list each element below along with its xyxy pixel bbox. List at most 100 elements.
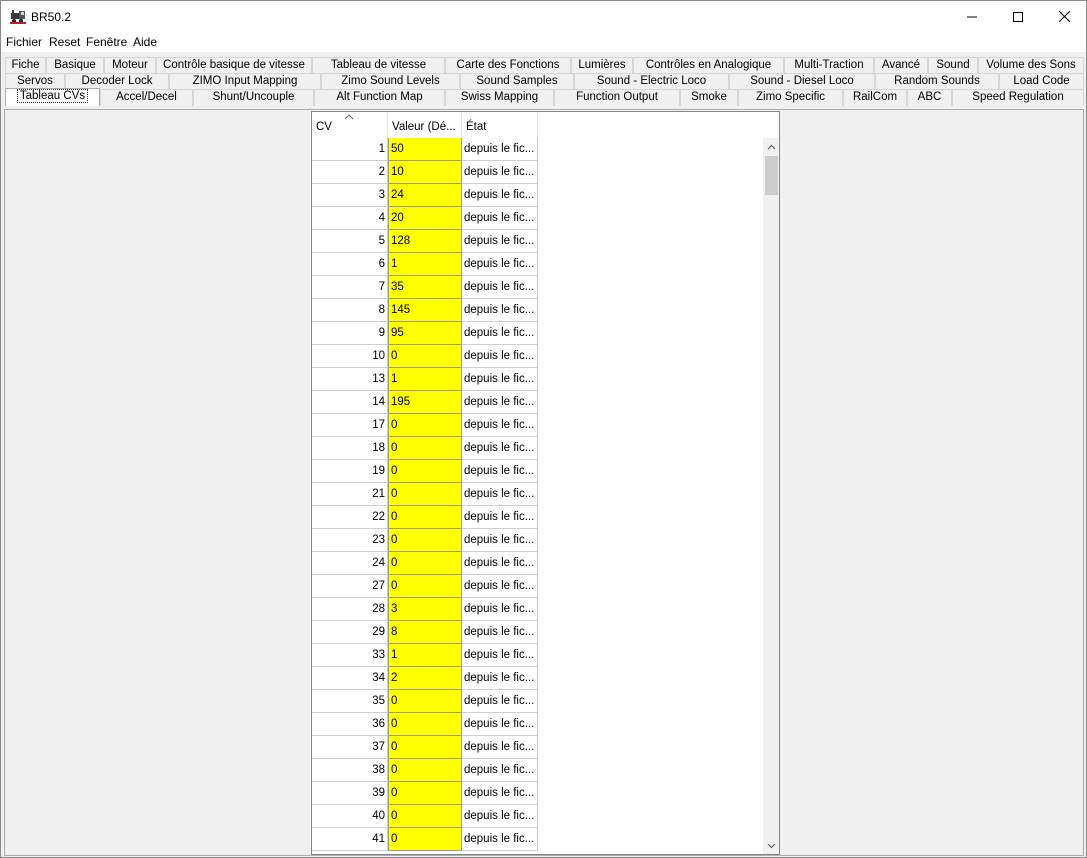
- table-row[interactable]: 35 0 depuis le fic...: [312, 690, 538, 713]
- tab-sound-electric[interactable]: Sound - Electric Loco: [574, 73, 729, 90]
- tab-smoke[interactable]: Smoke: [680, 89, 738, 106]
- table-row[interactable]: 6 1 depuis le fic...: [312, 253, 538, 276]
- tab-basique[interactable]: Basique: [46, 57, 104, 74]
- table-row[interactable]: 19 0 depuis le fic...: [312, 460, 538, 483]
- cell-value[interactable]: 50: [388, 138, 462, 161]
- cell-value[interactable]: 145: [388, 299, 462, 322]
- menu-reset[interactable]: Reset: [49, 35, 80, 49]
- cell-value[interactable]: 0: [388, 552, 462, 575]
- cell-value[interactable]: 0: [388, 690, 462, 713]
- table-row[interactable]: 40 0 depuis le fic...: [312, 805, 538, 828]
- tab-swiss-mapping[interactable]: Swiss Mapping: [445, 89, 554, 106]
- table-row[interactable]: 23 0 depuis le fic...: [312, 529, 538, 552]
- tab-zimo-specific[interactable]: Zimo Specific: [738, 89, 843, 106]
- cell-value[interactable]: 0: [388, 759, 462, 782]
- cell-value[interactable]: 0: [388, 805, 462, 828]
- cell-value[interactable]: 0: [388, 575, 462, 598]
- scroll-thumb[interactable]: [765, 156, 778, 195]
- cell-value[interactable]: 0: [388, 782, 462, 805]
- cell-value[interactable]: 8: [388, 621, 462, 644]
- column-header-etat[interactable]: État: [462, 112, 538, 138]
- cell-value[interactable]: 1: [388, 368, 462, 391]
- tab-lumieres[interactable]: Lumières: [571, 57, 633, 74]
- table-row[interactable]: 5 128 depuis le fic...: [312, 230, 538, 253]
- tab-function-output[interactable]: Function Output: [554, 89, 680, 106]
- tab-sound-diesel[interactable]: Sound - Diesel Loco: [729, 73, 875, 90]
- cell-value[interactable]: 2: [388, 667, 462, 690]
- table-row[interactable]: 210depuis le fic...: [312, 483, 538, 506]
- table-row[interactable]: 27 0 depuis le fic...: [312, 575, 538, 598]
- tab-alt-function-map[interactable]: Alt Function Map: [314, 89, 445, 106]
- tab-abc[interactable]: ABC: [907, 89, 952, 106]
- tab-shunt-uncouple[interactable]: Shunt/Uncouple: [193, 89, 314, 106]
- tab-multi-traction[interactable]: Multi-Traction: [784, 57, 874, 74]
- column-header-cv[interactable]: CV: [312, 112, 388, 138]
- table-row[interactable]: 41 0 depuis le fic...: [312, 828, 538, 851]
- table-row[interactable]: 7 35 depuis le fic...: [312, 276, 538, 299]
- cell-value[interactable]: 95: [388, 322, 462, 345]
- cell-value[interactable]: 0: [388, 828, 462, 851]
- cell-value[interactable]: 1: [388, 253, 462, 276]
- cell-value[interactable]: 0: [388, 460, 462, 483]
- table-row[interactable]: 10 0 depuis le fic...: [312, 345, 538, 368]
- table-row[interactable]: 37 0 depuis le fic...: [312, 736, 538, 759]
- column-header-valeur[interactable]: Valeur (Dé...: [388, 112, 462, 138]
- tab-sound-samples[interactable]: Sound Samples: [460, 73, 574, 90]
- tab-random-sounds[interactable]: Random Sounds: [875, 73, 999, 90]
- cell-value[interactable]: 0: [388, 345, 462, 368]
- table-row[interactable]: 3 24 depuis le fic...: [312, 184, 538, 207]
- minimize-button[interactable]: [949, 1, 995, 32]
- title-bar[interactable]: BR50.2: [1, 1, 1086, 32]
- tab-railcom[interactable]: RailCom: [843, 89, 907, 106]
- tab-controle-basique[interactable]: Contrôle basique de vitesse: [156, 57, 312, 74]
- table-row[interactable]: 14 195 depuis le fic...: [312, 391, 538, 414]
- tab-tableau-cvs[interactable]: Tableau CVs: [5, 88, 100, 106]
- cell-value[interactable]: 24: [388, 184, 462, 207]
- cell-value[interactable]: 0: [388, 736, 462, 759]
- table-row[interactable]: 36 0 depuis le fic...: [312, 713, 538, 736]
- tab-controles-analogique[interactable]: Contrôles en Analogique: [633, 57, 784, 74]
- table-row[interactable]: 9 95 depuis le fic...: [312, 322, 538, 345]
- cell-value[interactable]: 128: [388, 230, 462, 253]
- cell-value[interactable]: 20: [388, 207, 462, 230]
- tab-avance[interactable]: Avancé: [874, 57, 928, 74]
- table-row[interactable]: 17 0 depuis le fic...: [312, 414, 538, 437]
- table-row[interactable]: 210depuis le fic...: [312, 161, 538, 184]
- table-row[interactable]: 29 8 depuis le fic...: [312, 621, 538, 644]
- cell-value[interactable]: 35: [388, 276, 462, 299]
- tab-volume-sons[interactable]: Volume des Sons: [978, 57, 1084, 74]
- close-button[interactable]: [1041, 1, 1086, 32]
- cell-value[interactable]: 0: [388, 529, 462, 552]
- cell-value[interactable]: 0: [388, 437, 462, 460]
- menu-fichier[interactable]: Fichier: [6, 35, 42, 49]
- vertical-scrollbar[interactable]: [763, 138, 779, 854]
- cell-value[interactable]: 0: [388, 713, 462, 736]
- tab-load-code[interactable]: Load Code: [999, 73, 1084, 90]
- cv-table[interactable]: CV Valeur (Dé... État 1 50 depuis le fic..…: [311, 111, 780, 855]
- table-row[interactable]: 22 0 depuis le fic...: [312, 506, 538, 529]
- tab-fiche[interactable]: Fiche: [5, 57, 46, 74]
- table-row[interactable]: 38 0 depuis le fic...: [312, 759, 538, 782]
- table-row[interactable]: 33 1 depuis le fic...: [312, 644, 538, 667]
- table-row[interactable]: 34 2 depuis le fic...: [312, 667, 538, 690]
- cell-value[interactable]: 1: [388, 644, 462, 667]
- tab-sound[interactable]: Sound: [928, 57, 978, 74]
- cell-value[interactable]: 195: [388, 391, 462, 414]
- cell-value[interactable]: 0: [388, 483, 462, 506]
- cell-value[interactable]: 3: [388, 598, 462, 621]
- table-row[interactable]: 8 145 depuis le fic...: [312, 299, 538, 322]
- table-row[interactable]: 24 0 depuis le fic...: [312, 552, 538, 575]
- scroll-down-button[interactable]: [763, 837, 779, 854]
- table-row[interactable]: 28 3 depuis le fic...: [312, 598, 538, 621]
- tab-zimo-input-mapping[interactable]: ZIMO Input Mapping: [169, 73, 321, 90]
- maximize-button[interactable]: [995, 1, 1041, 32]
- cell-value[interactable]: 10: [388, 161, 462, 184]
- table-row[interactable]: 1 50 depuis le fic...: [312, 138, 538, 161]
- cell-value[interactable]: 0: [388, 506, 462, 529]
- tab-speed-regulation[interactable]: Speed Regulation: [952, 89, 1084, 106]
- table-row[interactable]: 18 0 depuis le fic...: [312, 437, 538, 460]
- menu-fenetre[interactable]: Fenêtre: [86, 35, 127, 49]
- table-row[interactable]: 4 20 depuis le fic...: [312, 207, 538, 230]
- scroll-up-button[interactable]: [763, 138, 779, 155]
- tab-accel-decel[interactable]: Accel/Decel: [100, 89, 193, 106]
